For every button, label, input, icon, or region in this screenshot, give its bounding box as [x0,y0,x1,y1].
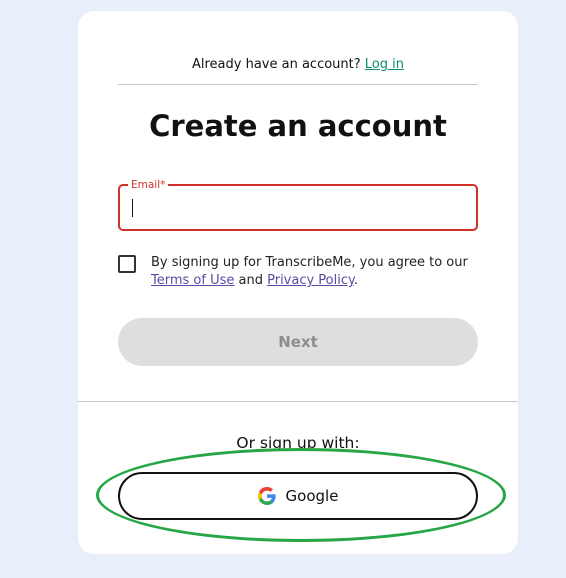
terms-period: . [353,273,358,288]
login-prompt: Already have an account? Log in [78,56,518,74]
text-caret [132,199,133,217]
login-link[interactable]: Log in [365,57,404,72]
email-input[interactable] [130,195,470,223]
or-sign-up-with-text: Or sign up with: [236,434,360,452]
google-button-content: Google [120,474,476,518]
google-signup-button[interactable]: Google [118,472,478,520]
page-title: Create an account [149,109,447,143]
terms-agreement-text: By signing up for TranscribeMe, you agre… [151,254,481,290]
google-button-label: Google [285,487,339,505]
next-button[interactable]: Next [118,318,478,366]
top-divider [118,84,478,85]
terms-of-use-link[interactable]: Terms of Use [151,273,234,288]
terms-checkbox[interactable] [118,255,136,273]
privacy-policy-link[interactable]: Privacy Policy [267,273,354,288]
terms-text-before: By signing up for TranscribeMe, you agre… [151,255,468,270]
section-divider [78,401,518,402]
already-have-account-text: Already have an account? [191,57,361,72]
email-field[interactable]: Email* [118,178,478,231]
email-label: Email* [128,178,169,192]
google-g-logo-icon [257,486,276,505]
signup-card: Already have an account? Log in Create a… [78,11,518,554]
terms-and-text: and [234,273,268,288]
